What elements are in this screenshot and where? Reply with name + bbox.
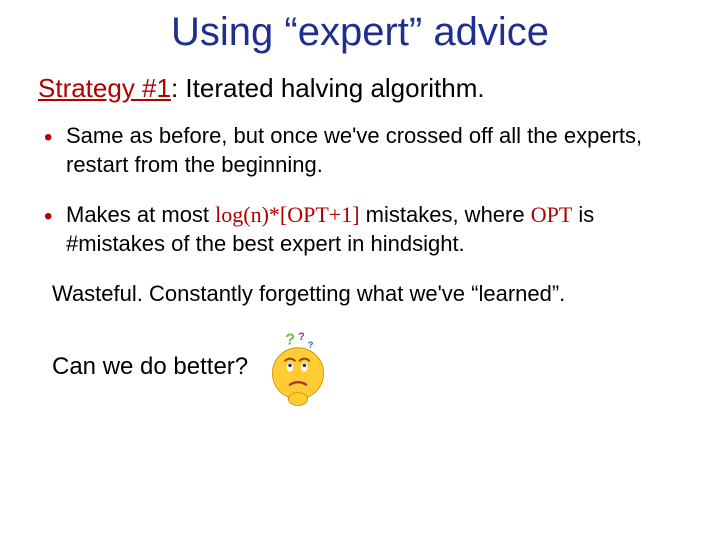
strategy-rest: : Iterated halving algorithm. [171, 73, 485, 103]
thinking-face-icon: ? ? ? [258, 327, 338, 407]
formula-text-opt: OPT [531, 202, 573, 227]
svg-text:?: ? [298, 331, 305, 343]
strategy-label: Strategy #1 [38, 73, 171, 103]
svg-text:?: ? [285, 332, 295, 349]
question-row: Can we do better? ? ? ? [52, 327, 690, 407]
bullet-list: Same as before, but once we've crossed o… [40, 122, 690, 258]
formula-text: log(n)*[OPT+1] [215, 202, 359, 227]
bullet-item: Same as before, but once we've crossed o… [40, 122, 690, 179]
svg-text:?: ? [308, 340, 314, 351]
slide: Using “expert” advice Strategy #1: Itera… [0, 0, 720, 540]
wasteful-text: Wasteful. Constantly forgetting what we'… [52, 280, 690, 309]
bullet-item: Makes at most log(n)*[OPT+1] mistakes, w… [40, 201, 690, 258]
bullet-text-mid: mistakes, where [360, 202, 531, 227]
strategy-subtitle: Strategy #1: Iterated halving algorithm. [38, 73, 690, 104]
bullet-text: Same as before, but once we've crossed o… [66, 123, 642, 177]
bullet-text-pre: Makes at most [66, 202, 215, 227]
question-text: Can we do better? [52, 353, 248, 381]
page-title: Using “expert” advice [30, 10, 690, 55]
